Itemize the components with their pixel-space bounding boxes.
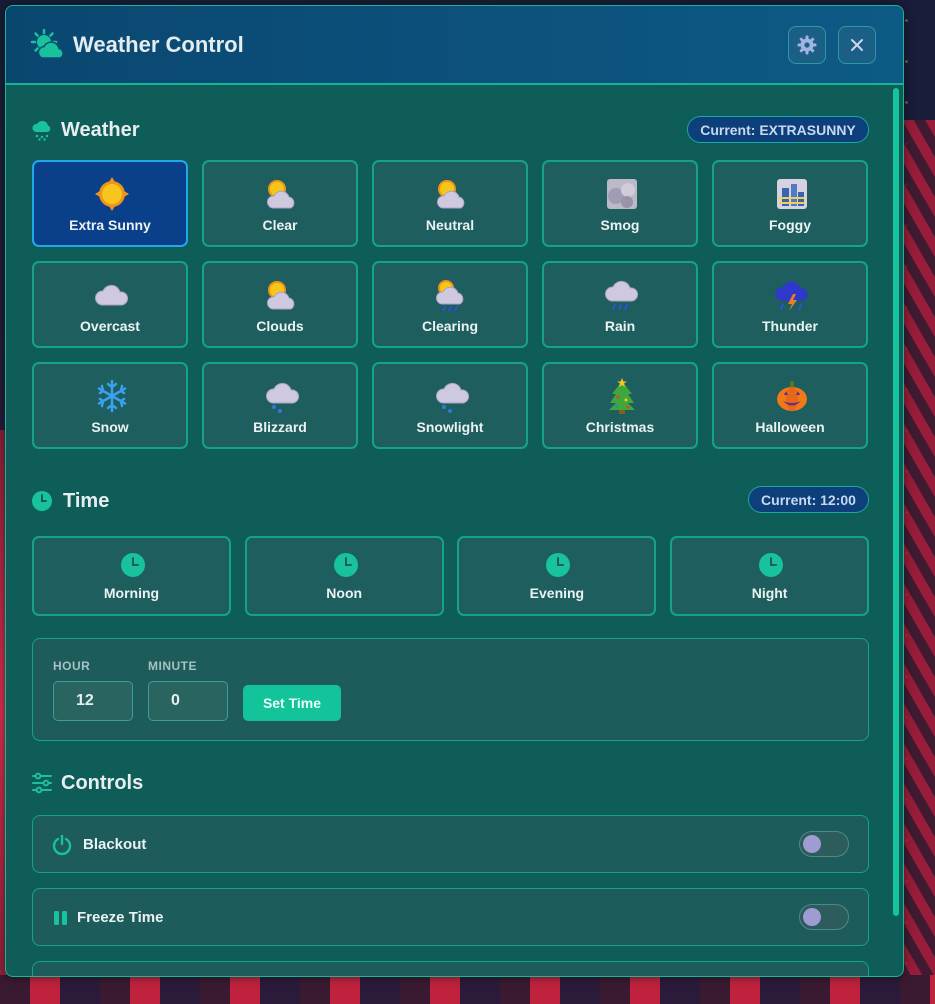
panel-header: Weather Control [6,6,903,85]
clock-icon [333,553,358,577]
weather-option-label: Rain [604,318,636,334]
settings-button[interactable] [788,26,826,64]
weather-option-overcast[interactable]: Overcast [32,261,188,348]
weather-option-label: Halloween [755,419,825,435]
time-preset-evening[interactable]: Evening [457,536,657,616]
hour-input[interactable]: 12 [53,681,133,721]
snow-cloud-icon [266,382,299,413]
weather-option-clouds[interactable]: Clouds [202,261,358,348]
weather-current-badge: Current: EXTRASUNNY [687,116,869,143]
thunder-cloud-icon [775,281,808,311]
weather-option-clear[interactable]: Clear [202,160,358,247]
freeze-time-control: Freeze Time [32,888,869,946]
close-icon [851,39,863,51]
partial-control-row [32,961,869,976]
freeze-time-label: Freeze Time [77,909,164,926]
weather-option-clearing[interactable]: Clearing [372,261,528,348]
weather-option-extra-sunny[interactable]: Extra Sunny [32,160,188,247]
weather-option-snowlight[interactable]: Snowlight [372,362,528,449]
snowflake-icon [97,379,127,413]
clock-icon [759,553,784,577]
pumpkin-icon [777,381,807,411]
weather-option-label: Foggy [769,217,811,233]
freeze-time-toggle[interactable] [799,904,849,930]
time-preset-label: Night [751,585,788,601]
sliders-icon [32,772,52,794]
weather-option-foggy[interactable]: Foggy [712,160,868,247]
time-preset-morning[interactable]: Morning [32,536,231,616]
sun-behind-cloud-icon [267,180,295,209]
weather-option-label: Thunder [762,318,818,334]
weather-option-label: Neutral [425,217,475,233]
clock-icon [546,553,571,577]
toggle-knob [803,835,821,853]
minute-label: MINUTE [148,659,197,673]
weather-option-label: Blizzard [253,419,307,435]
weather-option-thunder[interactable]: Thunder [712,261,868,348]
smog-icon [607,179,637,209]
sun-rain-cloud-icon [436,280,464,312]
weather-control-panel: Weather Control Weather Current: EXTRASU… [5,5,904,977]
foggy-city-icon [777,179,807,209]
power-icon [52,834,72,856]
weather-option-neutral[interactable]: Neutral [372,160,528,247]
snow-cloud-icon [436,382,469,413]
cloud-icon [95,284,128,306]
controls-section-title: Controls [61,772,144,794]
weather-option-label: Clear [262,217,298,233]
panel-scrollbar[interactable] [893,88,899,916]
close-button[interactable] [838,26,876,64]
weather-option-label: Christmas [585,419,655,435]
pause-icon [54,911,67,925]
time-preset-night[interactable]: Night [670,536,870,616]
sun-icon [95,177,129,211]
blackout-control: Blackout [32,815,869,873]
weather-option-christmas[interactable]: Christmas [542,362,698,449]
rain-cloud-icon [32,121,51,141]
sun-behind-cloud-icon [267,281,295,310]
minute-input[interactable]: 0 [148,681,228,721]
clock-icon [32,491,52,511]
weather-option-label: Overcast [80,318,140,334]
panel-content: Weather Current: EXTRASUNNY Extra Sunny C… [6,85,903,976]
weather-option-snow[interactable]: Snow [32,362,188,449]
time-preset-label: Evening [529,585,585,601]
time-preset-noon[interactable]: Noon [244,536,444,616]
background-bottom-structure [0,975,935,1004]
sun-behind-cloud-icon [437,180,465,209]
weather-option-label: Smog [600,217,640,233]
time-current-badge: Current: 12:00 [748,486,869,513]
toggle-knob [803,908,821,926]
weather-option-label: Snowlight [416,419,484,435]
weather-option-blizzard[interactable]: Blizzard [202,362,358,449]
weather-option-halloween[interactable]: Halloween [712,362,868,449]
weather-option-smog[interactable]: Smog [542,160,698,247]
blackout-label: Blackout [83,836,147,853]
blackout-toggle[interactable] [799,831,849,857]
rain-cloud-icon [605,280,638,311]
time-preset-label: Morning [103,585,160,601]
page-title: Weather Control [73,32,244,57]
time-section-title: Time [63,490,110,512]
gear-icon [797,35,817,55]
set-time-button[interactable]: Set Time [243,685,341,721]
hour-label: HOUR [53,659,91,673]
weather-option-rain[interactable]: Rain [542,261,698,348]
weather-option-label: Extra Sunny [69,217,151,233]
weather-section-title: Weather [61,119,140,141]
weather-option-label: Snow [91,419,129,435]
clock-icon [121,553,145,577]
christmas-tree-icon [609,378,635,414]
weather-option-label: Clouds [256,318,304,334]
weather-option-label: Clearing [421,318,478,334]
background-right-structure [902,120,935,1000]
time-preset-label: Noon [326,585,363,601]
weather-sun-cloud-icon [30,28,64,59]
custom-time-box: HOUR MINUTE 12 0 Set Time [32,638,869,741]
